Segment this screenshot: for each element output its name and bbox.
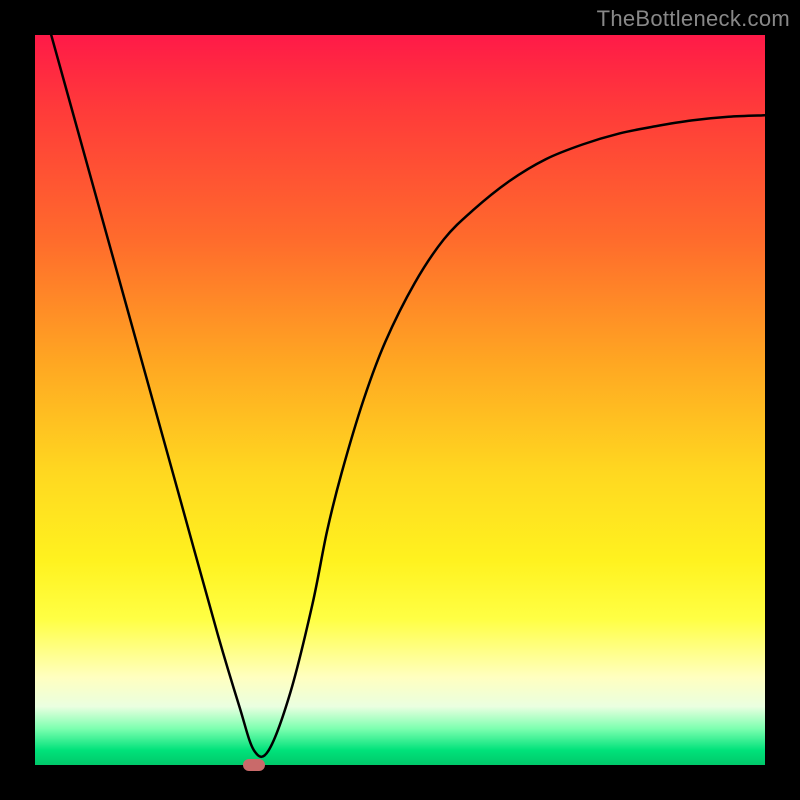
plot-area xyxy=(35,35,765,765)
watermark-text: TheBottleneck.com xyxy=(597,6,790,32)
optimal-point-marker xyxy=(243,759,265,771)
bottleneck-curve-path xyxy=(35,35,765,757)
chart-frame: TheBottleneck.com xyxy=(0,0,800,800)
curve-svg xyxy=(35,35,765,765)
